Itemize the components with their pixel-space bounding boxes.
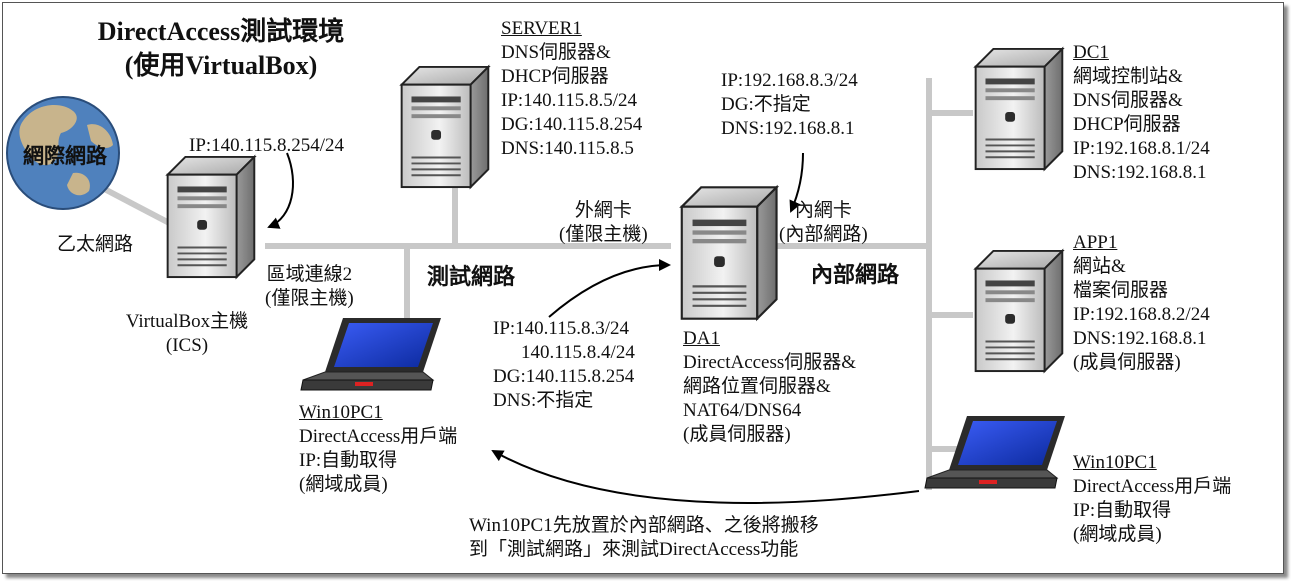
dc1-line: DHCP伺服器 [1073,114,1181,135]
ethernet-label: 乙太網路 [57,234,134,255]
win10pc1-internal-name: Win10PC1 [1073,452,1157,473]
dc1-server-icon [974,47,1064,171]
da1-line: 網路位置伺服器& [683,376,831,397]
win10pc1-test-info: Win10PC1 DirectAccess用戶端 IP:自動取得 (網域成員) [299,401,457,497]
app1-line: 檔案伺服器 [1073,280,1169,301]
server1-line: DNS:140.115.8.5 [501,138,634,159]
win10pc1-internal-line: IP:自動取得 [1073,500,1172,521]
da1-external-ip1: IP:140.115.8.3/24 [493,318,629,339]
move-laptop-arrow [491,450,920,504]
win10pc1-internal-line: (網域成員) [1073,524,1162,545]
win10pc1-test-line: (網域成員) [299,474,388,495]
external-nic-arrow [548,259,671,318]
da1-server-icon [680,186,778,320]
win10pc1-test-line: IP:自動取得 [299,450,398,471]
test-laptop-icon [300,317,442,391]
da1-external-dg: DG:140.115.8.254 [493,366,635,387]
app1-info: APP1 網站& 檔案伺服器 IP:192.168.8.2/24 DNS:192… [1073,231,1210,375]
da1-external-ip2: 140.115.8.4/24 [521,342,635,363]
da1-external-dns: DNS:不指定 [493,390,594,411]
da1-line: DirectAccess伺服器& [683,352,857,373]
dc1-line: 網域控制站& [1073,66,1183,87]
win10pc1-internal-info: Win10PC1 DirectAccess用戶端 IP:自動取得 (網域成員) [1073,451,1231,547]
external-nic-name: 外網卡 [574,200,632,221]
da1-internal-ip: IP:192.168.8.3/24 [721,70,858,91]
win10pc1-test-name: Win10PC1 [299,402,383,423]
internal-nic-type: (內部網路) [779,224,868,245]
host-ip-label: IP:140.115.8.254/24 [189,135,344,156]
dc1-line: IP:192.168.8.1/24 [1073,138,1210,159]
host-nic-label: 區域連線2 (僅限主機) [265,263,354,311]
server1-info: SERVER1 DNS伺服器& DHCP伺服器 IP:140.115.8.5/2… [501,17,642,161]
dc1-line: DNS:192.168.8.1 [1073,162,1207,183]
da1-external-nic-config: IP:140.115.8.3/24 140.115.8.4/24 DG:140.… [493,317,635,413]
title-line-1: DirectAccess測試環境 [97,17,345,46]
server1-name: SERVER1 [501,18,582,39]
da1-external-nic-label: 外網卡 (僅限主機) [559,199,648,247]
da1-name: DA1 [683,328,720,349]
app1-server-icon [974,249,1064,373]
da1-line: (成員伺服器) [683,424,791,445]
dc1-info: DC1 網域控制站& DNS伺服器& DHCP伺服器 IP:192.168.8.… [1073,41,1210,185]
internet-label: 網際網路 [23,144,107,168]
host-name: VirtualBox主機 [125,311,249,332]
host-name-label: VirtualBox主機 (ICS) [109,310,265,358]
host-nic-name: 區域連線2 [266,264,353,285]
migration-note: Win10PC1先放置於內部網路、之後將搬移 到「測試網路」來測試DirectA… [469,514,819,562]
da1-line: NAT64/DNS64 [683,400,802,421]
diagram-canvas: DirectAccess測試環境 (使用VirtualBox) 網際網路 乙太網… [2,2,1284,574]
server1-line: IP:140.115.8.5/24 [501,90,637,111]
note-line-1: Win10PC1先放置於內部網路、之後將搬移 [469,515,819,536]
server1-server-icon [400,65,490,189]
da1-internal-dns: DNS:192.168.8.1 [721,118,855,139]
note-line-2: 到「測試網路」來測試DirectAccess功能 [469,539,799,560]
app1-name: APP1 [1073,232,1118,253]
server1-line: DHCP伺服器 [501,66,609,87]
dc1-line: DNS伺服器& [1073,90,1183,111]
internal-nic-name: 內網卡 [794,200,852,221]
app1-line: 網站& [1073,256,1126,277]
app1-line: DNS:192.168.8.1 [1073,328,1207,349]
win10pc1-internal-line: DirectAccess用戶端 [1073,476,1232,497]
host-sub: (ICS) [165,335,209,356]
title-line-2: (使用VirtualBox) [124,51,318,80]
server1-line: DG:140.115.8.254 [501,114,643,135]
app1-line: (成員伺服器) [1073,352,1181,373]
external-nic-type: (僅限主機) [559,224,648,245]
da1-internal-dg: DG:不指定 [721,94,811,115]
host-ip-arrow [267,152,294,229]
diagram-title: DirectAccess測試環境 (使用VirtualBox) [61,15,381,83]
internal-network-label: 內部網路 [811,262,900,287]
da1-internal-nic-config: IP:192.168.8.3/24 DG:不指定 DNS:192.168.8.1 [721,69,858,141]
app1-line: IP:192.168.8.2/24 [1073,304,1210,325]
virtualbox-host-server-icon [166,155,256,279]
da1-info: DA1 DirectAccess伺服器& 網路位置伺服器& NAT64/DNS6… [683,327,856,447]
da1-internal-nic-label: 內網卡 (內部網路) [779,199,868,247]
host-nic-type: (僅限主機) [265,288,354,309]
win10pc1-test-line: DirectAccess用戶端 [299,426,458,447]
test-network-label: 測試網路 [427,264,516,289]
server1-line: DNS伺服器& [501,42,611,63]
dc1-name: DC1 [1073,42,1109,63]
